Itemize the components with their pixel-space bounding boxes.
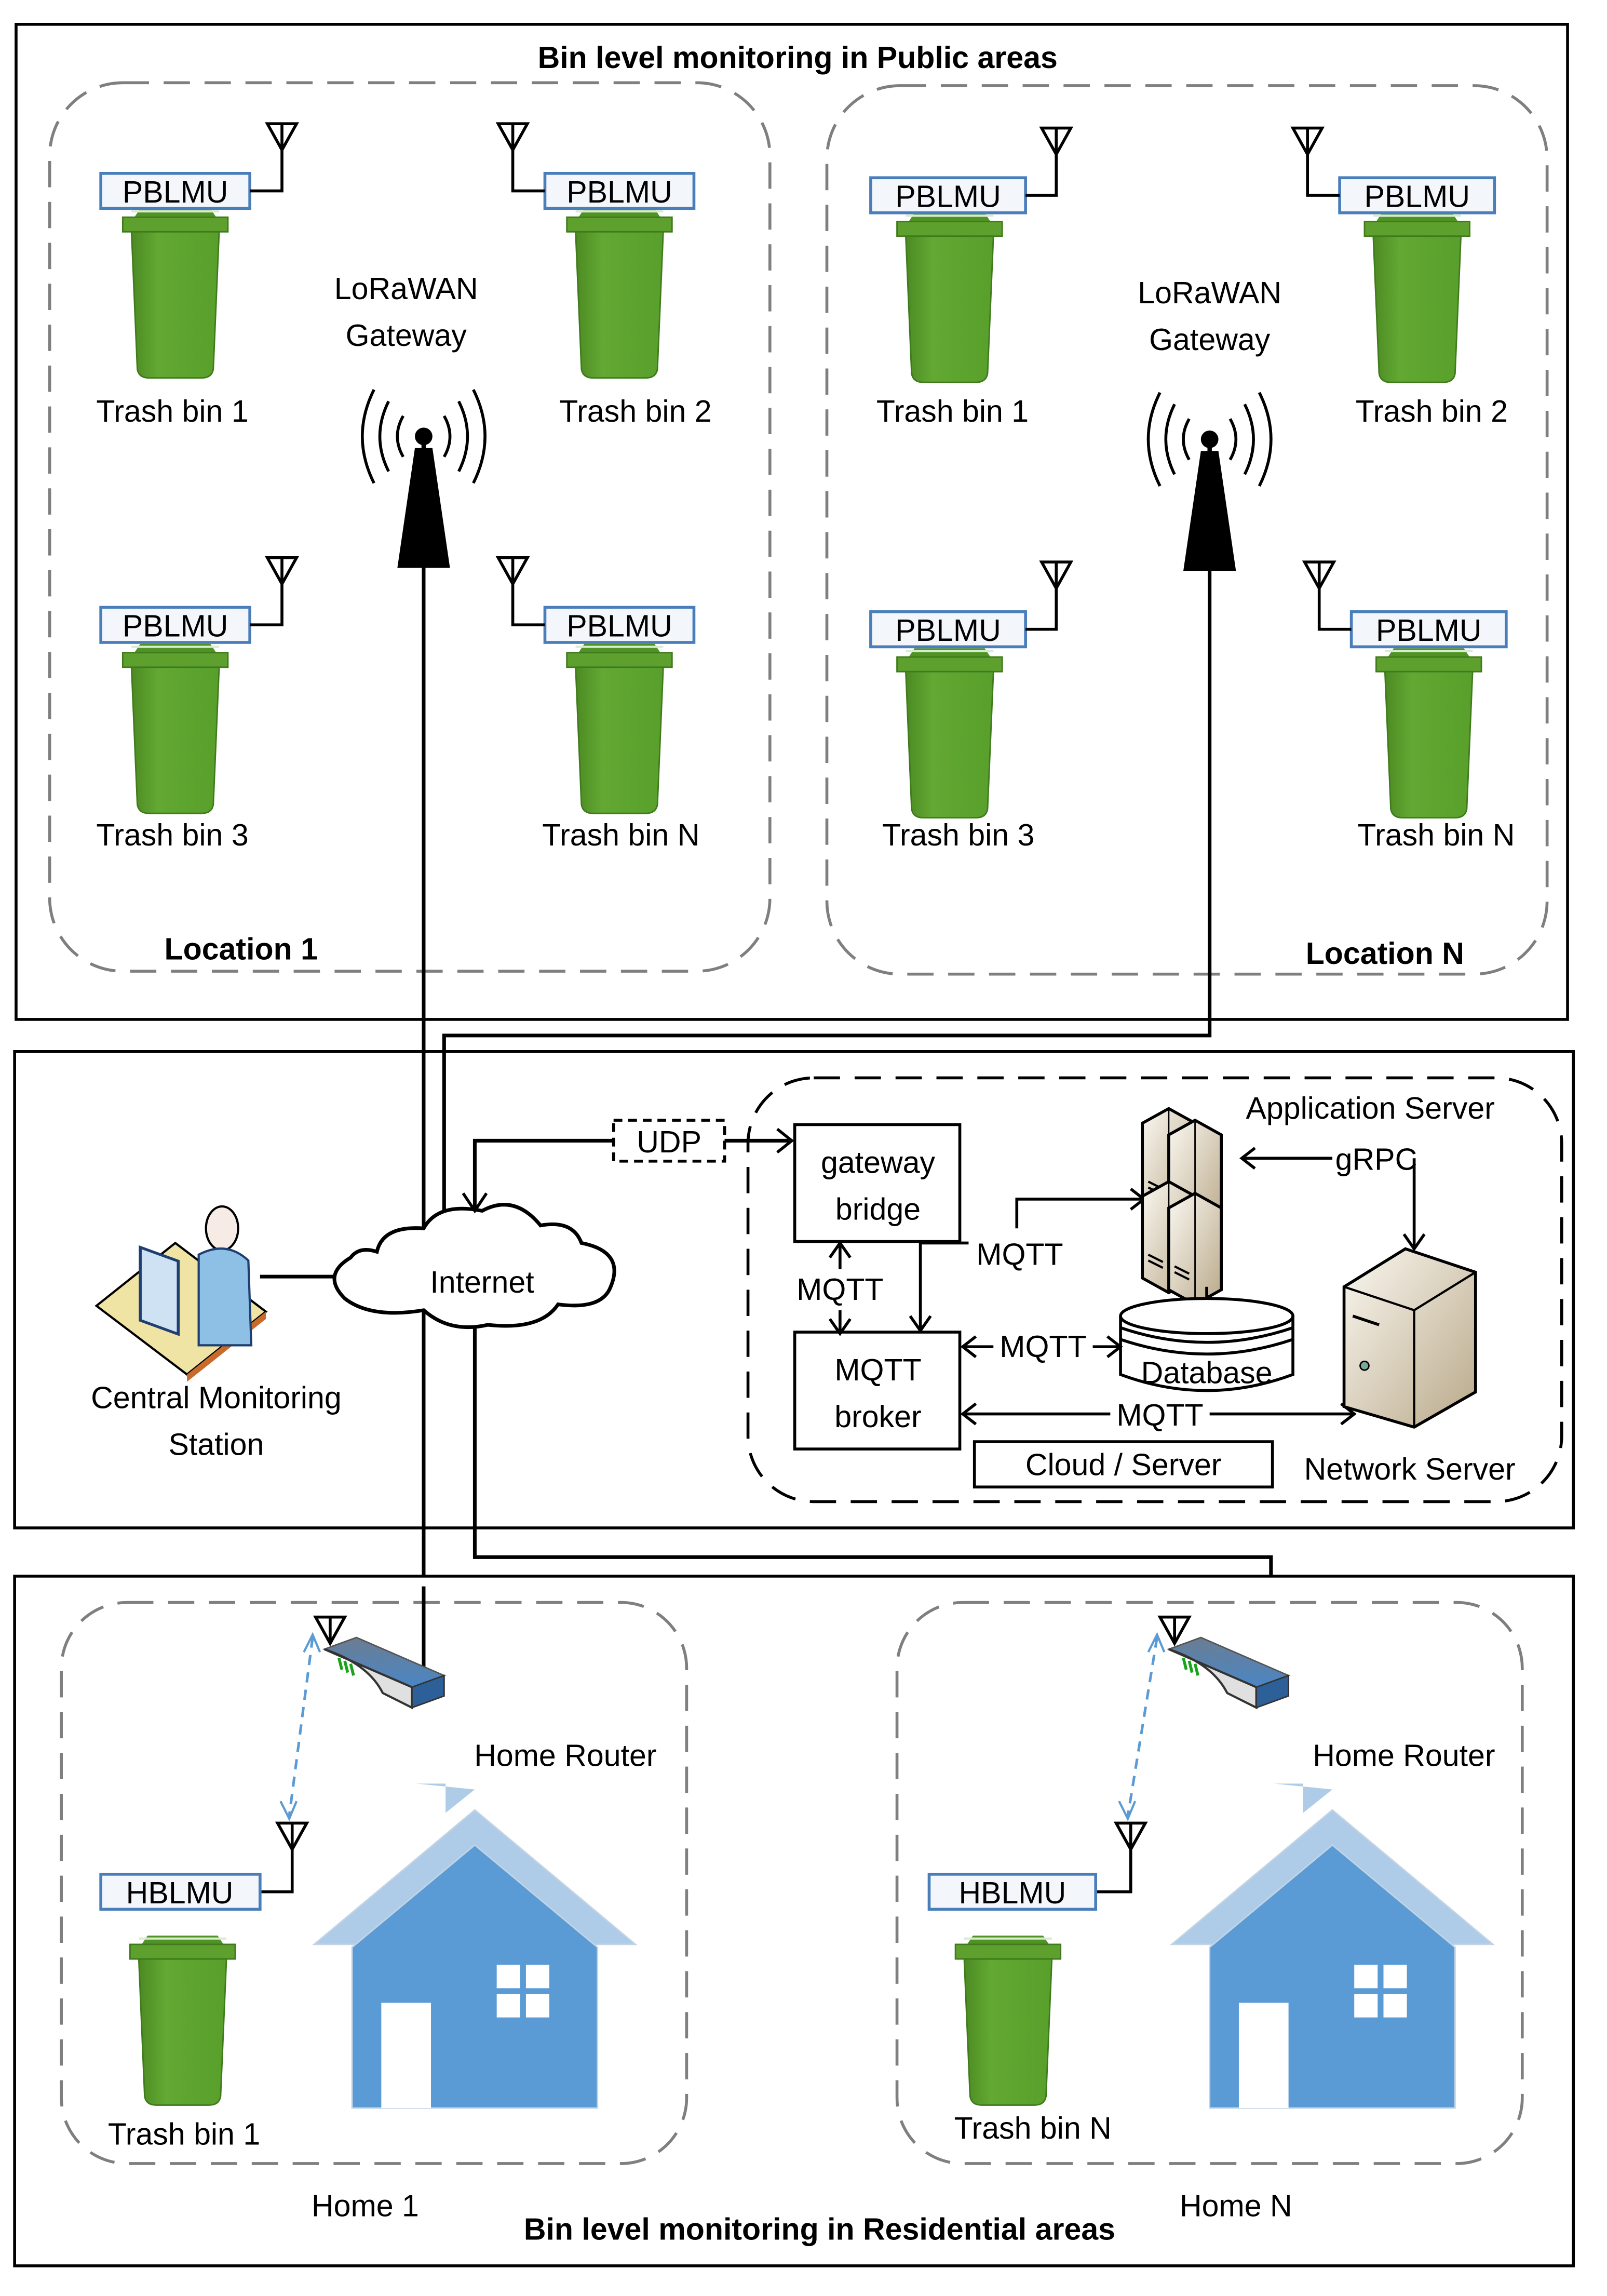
location-n-label: Location N [1306, 936, 1464, 971]
pblmu-label: PBLMU [566, 609, 672, 643]
trash-bin-icon [955, 1936, 1061, 2105]
grpc-label: gRPC [1335, 1143, 1417, 1177]
station-label-line2: Station [168, 1427, 264, 1461]
trash-bin-icon [1376, 648, 1481, 817]
trash-bin-icon [123, 208, 228, 378]
trash-bin-icon [897, 213, 1003, 382]
home-1-label: Home 1 [312, 2188, 419, 2223]
pblmu-label: PBLMU [895, 613, 1001, 648]
hblmu-label: HBLMU [126, 1876, 234, 1910]
database-label: Database [1141, 1355, 1273, 1390]
home-n-bin-label: Trash bin N [954, 2111, 1112, 2145]
application-server-label: Application Server [1246, 1091, 1494, 1125]
gateway-bridge-label-line2: bridge [835, 1192, 921, 1226]
gateway-1-label-line1: LoRaWAN [334, 272, 478, 306]
mqtt-label-broker-ns: MQTT [1116, 1398, 1203, 1432]
pblmu-label: PBLMU [123, 609, 228, 643]
hblmu-label: HBLMU [958, 1876, 1066, 1910]
public-areas-title: Bin level monitoring in Public areas [538, 41, 1058, 75]
trash-bin-icon [567, 208, 672, 378]
mqtt-label-bridge-broker: MQTT [796, 1272, 883, 1307]
cloud-server-label: Cloud / Server [1025, 1448, 1222, 1482]
pblmu-label: PBLMU [123, 175, 228, 209]
home-router-n-label: Home Router [1313, 1739, 1495, 1773]
mqtt-broker-label-line1: MQTT [834, 1353, 921, 1387]
trash-bin-icon [1365, 213, 1470, 382]
gateway-n-label-line1: LoRaWAN [1138, 276, 1281, 310]
gateway-bridge-label-line1: gateway [821, 1145, 936, 1179]
bin-label: Trash bin 3 [882, 818, 1034, 852]
residential-areas-title: Bin level monitoring in Residential area… [524, 2212, 1115, 2246]
location-1-label: Location 1 [165, 932, 318, 966]
iot-architecture-diagram: Bin level monitoring in Public areas Loc… [13, 23, 1575, 2267]
internet-label: Internet [430, 1265, 534, 1299]
pblmu-label: PBLMU [566, 175, 672, 209]
bin-label: Trash bin N [542, 818, 699, 852]
pblmu-label: PBLMU [1364, 180, 1470, 214]
gateway-1-label-line2: Gateway [346, 318, 467, 353]
mqtt-label-broker-app: MQTT [976, 1238, 1063, 1272]
station-label-line1: Central Monitoring [91, 1380, 342, 1415]
network-server-label: Network Server [1304, 1452, 1516, 1486]
bin-label: Trash bin 2 [1356, 394, 1508, 428]
bin-label: Trash bin 2 [559, 394, 711, 428]
trash-bin-icon [897, 648, 1003, 817]
home-1-bin-label: Trash bin 1 [108, 2117, 260, 2151]
pblmu-label: PBLMU [895, 180, 1001, 214]
bin-label: Trash bin 1 [96, 394, 248, 428]
pblmu-label: PBLMU [1376, 613, 1482, 648]
home-router-1-label: Home Router [474, 1739, 656, 1773]
gateway-n-label-line2: Gateway [1149, 323, 1271, 357]
udp-label: UDP [637, 1125, 701, 1159]
bin-label: Trash bin 3 [96, 818, 248, 852]
trash-bin-icon [567, 644, 672, 813]
trash-bin-icon [123, 644, 228, 813]
trash-bin-icon [130, 1936, 235, 2105]
application-server-icon [1142, 1109, 1221, 1305]
network-server-icon [1342, 1247, 1477, 1429]
bin-label: Trash bin 1 [876, 394, 1029, 428]
home-n-label: Home N [1180, 2188, 1292, 2223]
bin-label: Trash bin N [1357, 818, 1515, 852]
mqtt-label-broker-db: MQTT [1000, 1330, 1086, 1364]
mqtt-broker-label-line2: broker [834, 1400, 921, 1434]
